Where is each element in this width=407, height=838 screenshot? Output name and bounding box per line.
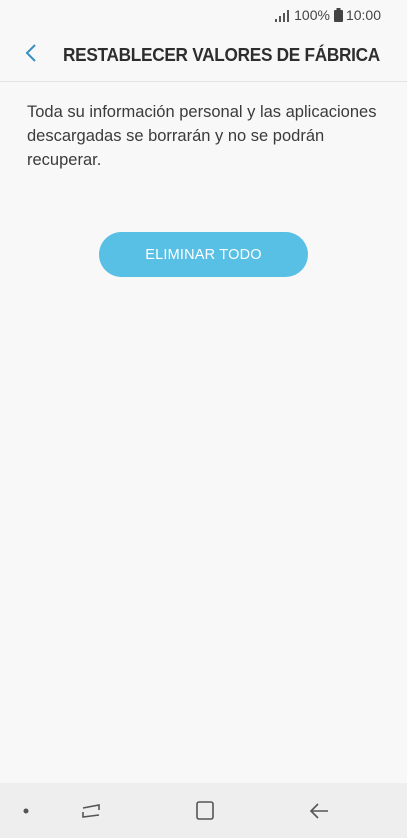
recent-apps-icon[interactable] xyxy=(76,797,106,825)
description-text: Toda su información personal y las aplic… xyxy=(27,103,377,169)
battery-icon xyxy=(333,8,343,22)
battery-percent: 100% xyxy=(294,7,330,23)
dot-icon xyxy=(11,797,41,825)
header: RESTABLECER VALORES DE FÁBRICA xyxy=(0,30,407,82)
page-title: RESTABLECER VALORES DE FÁBRICA xyxy=(63,44,380,65)
navigation-bar xyxy=(0,783,407,838)
home-icon[interactable] xyxy=(190,797,220,825)
back-button[interactable] xyxy=(14,40,48,70)
erase-all-button[interactable]: ELIMINAR TODO xyxy=(99,232,308,277)
clock: 10:00 xyxy=(345,7,381,23)
status-bar: 100% 10:00 xyxy=(0,0,407,30)
screen: 100% 10:00 RESTABLECER VALORES DE FÁBRIC… xyxy=(0,0,407,838)
signal-icon xyxy=(275,9,290,22)
status-indicators: 100% 10:00 xyxy=(275,7,381,23)
back-arrow-icon[interactable] xyxy=(304,797,334,825)
chevron-left-icon xyxy=(24,42,38,69)
